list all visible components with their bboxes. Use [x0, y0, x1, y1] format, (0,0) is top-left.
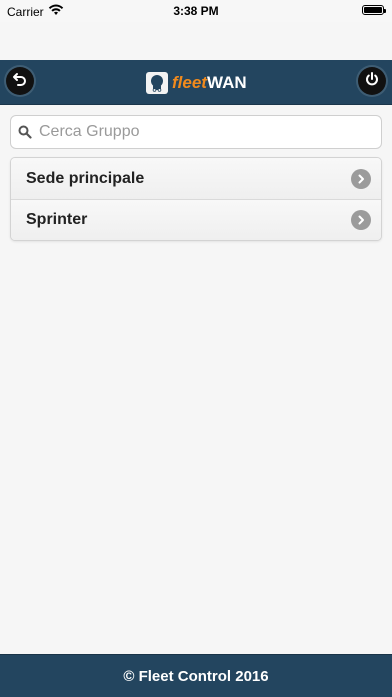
app-header: fleetWAN [0, 60, 392, 105]
back-icon [12, 71, 28, 92]
group-list: Sede principale Sprinter [10, 157, 382, 241]
status-time: 3:38 PM [173, 4, 219, 18]
battery-icon [362, 5, 386, 15]
search-field[interactable] [10, 115, 382, 149]
logo-text: fleetWAN [172, 72, 247, 94]
fleetwan-logo: fleetWAN [146, 71, 247, 95]
list-item-label: Sede principale [26, 169, 145, 187]
list-item-label: Sprinter [26, 211, 88, 228]
footer-copyright: © Fleet Control 2016 [123, 667, 269, 685]
power-icon [364, 71, 380, 92]
logo-fleet-text: fleet [172, 73, 207, 92]
list-item-sede-principale[interactable]: Sede principale [11, 158, 381, 199]
back-button[interactable] [6, 67, 34, 95]
footer: © Fleet Control 2016 [0, 654, 392, 697]
search-icon [11, 125, 39, 139]
status-bar: Carrier 3:38 PM [0, 0, 392, 22]
logo-mark-icon [146, 72, 168, 94]
chevron-right-icon [351, 168, 371, 189]
list-item-sprinter[interactable]: Sprinter [11, 199, 381, 240]
power-button[interactable] [358, 67, 386, 95]
logo-wan-text: WAN [206, 73, 247, 92]
chevron-right-icon [351, 210, 371, 230]
search-input[interactable] [39, 123, 359, 141]
